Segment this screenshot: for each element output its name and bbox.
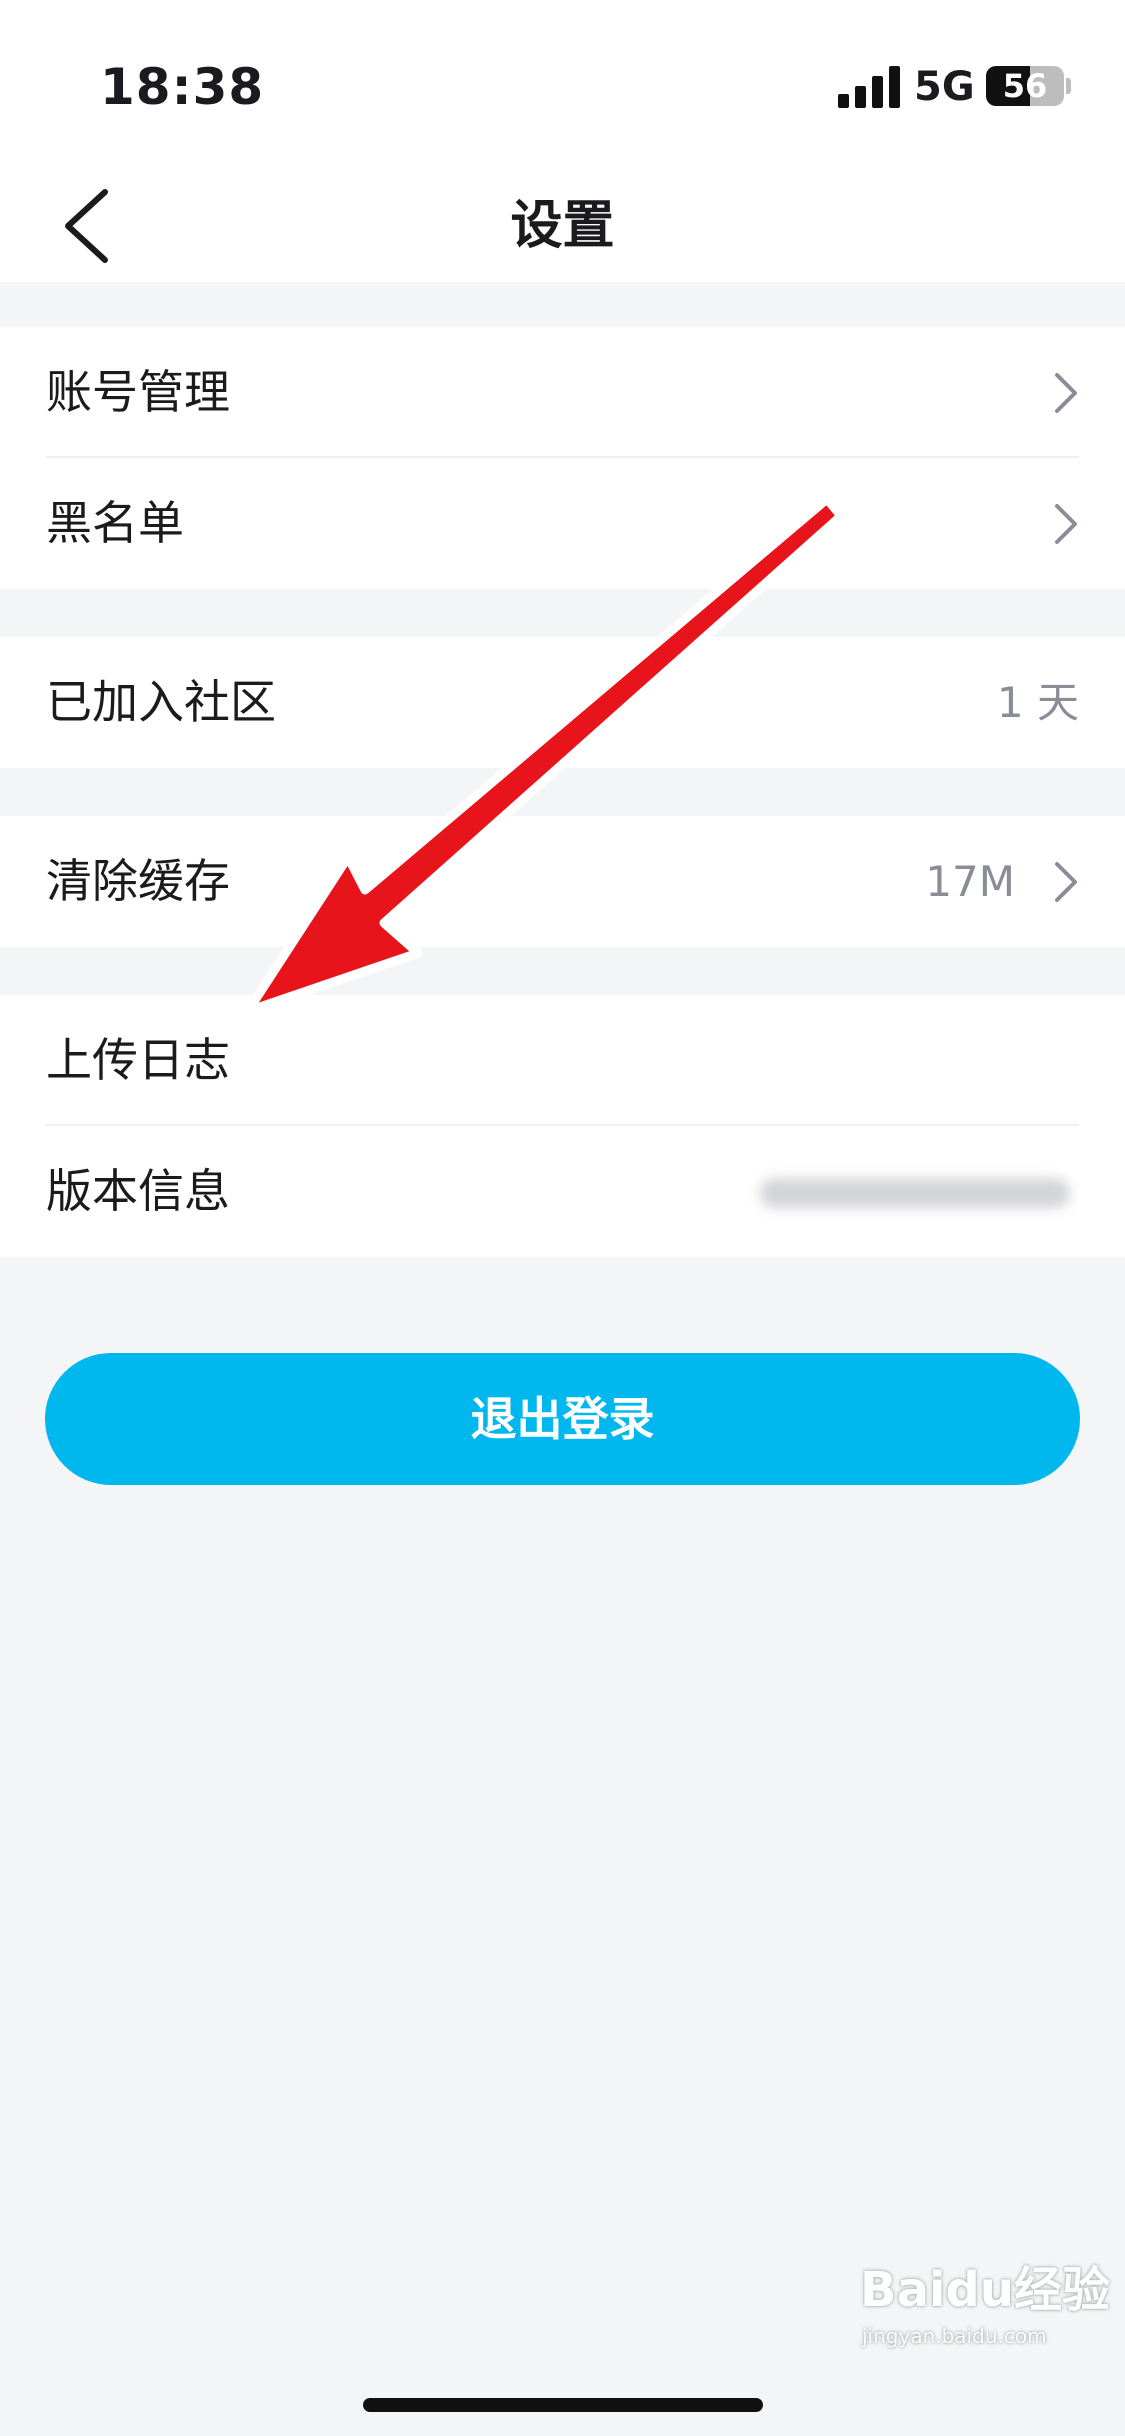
row-value: 1 天: [996, 678, 1079, 727]
watermark-logo: Baidu经验 jingyan.baidu.com: [860, 2250, 1110, 2380]
settings-group-account: 账号管理 黑名单: [0, 327, 1125, 589]
battery-cap: [1066, 78, 1071, 94]
row-version-info[interactable]: 版本信息: [0, 1126, 1125, 1257]
back-button[interactable]: [50, 178, 140, 274]
chevron-right-icon: [1055, 504, 1077, 544]
status-bar: 18:38 5G 56: [0, 0, 1125, 170]
home-indicator[interactable]: [363, 2398, 763, 2412]
chevron-right-icon: [1055, 373, 1077, 413]
status-time: 18:38: [100, 58, 265, 116]
row-clear-cache[interactable]: 清除缓存 17M: [0, 816, 1125, 947]
settings-group-info: 上传日志 版本信息: [0, 995, 1125, 1257]
watermark-brand: Baidu经验: [860, 2262, 1110, 2318]
chevron-left-icon: [65, 189, 108, 263]
settings-group-cache: 清除缓存 17M: [0, 816, 1125, 947]
row-value: 17M: [925, 857, 1015, 906]
battery-icon: 56: [986, 66, 1064, 106]
row-label: 上传日志: [46, 1033, 230, 1087]
page-title: 设置: [510, 196, 615, 256]
logout-button[interactable]: 退出登录: [45, 1353, 1080, 1485]
row-blacklist[interactable]: 黑名单: [0, 458, 1125, 589]
row-upload-log[interactable]: 上传日志: [0, 995, 1125, 1126]
row-label: 账号管理: [46, 365, 230, 419]
row-label: 清除缓存: [46, 854, 230, 908]
watermark-url: jingyan.baidu.com: [862, 2324, 1047, 2348]
chevron-right-icon: [1055, 862, 1077, 902]
row-label: 已加入社区: [46, 675, 276, 729]
battery-percent: 56: [1002, 67, 1048, 105]
blurred-version-value: [760, 1178, 1070, 1208]
nav-bar: 设置: [0, 170, 1125, 282]
row-label: 黑名单: [46, 496, 184, 550]
row-joined-community: 已加入社区 1 天: [0, 637, 1125, 768]
network-type: 5G: [914, 64, 975, 110]
settings-group-community: 已加入社区 1 天: [0, 637, 1125, 768]
row-label: 版本信息: [46, 1164, 230, 1218]
signal-icon: [838, 66, 900, 108]
row-account-management[interactable]: 账号管理: [0, 327, 1125, 458]
